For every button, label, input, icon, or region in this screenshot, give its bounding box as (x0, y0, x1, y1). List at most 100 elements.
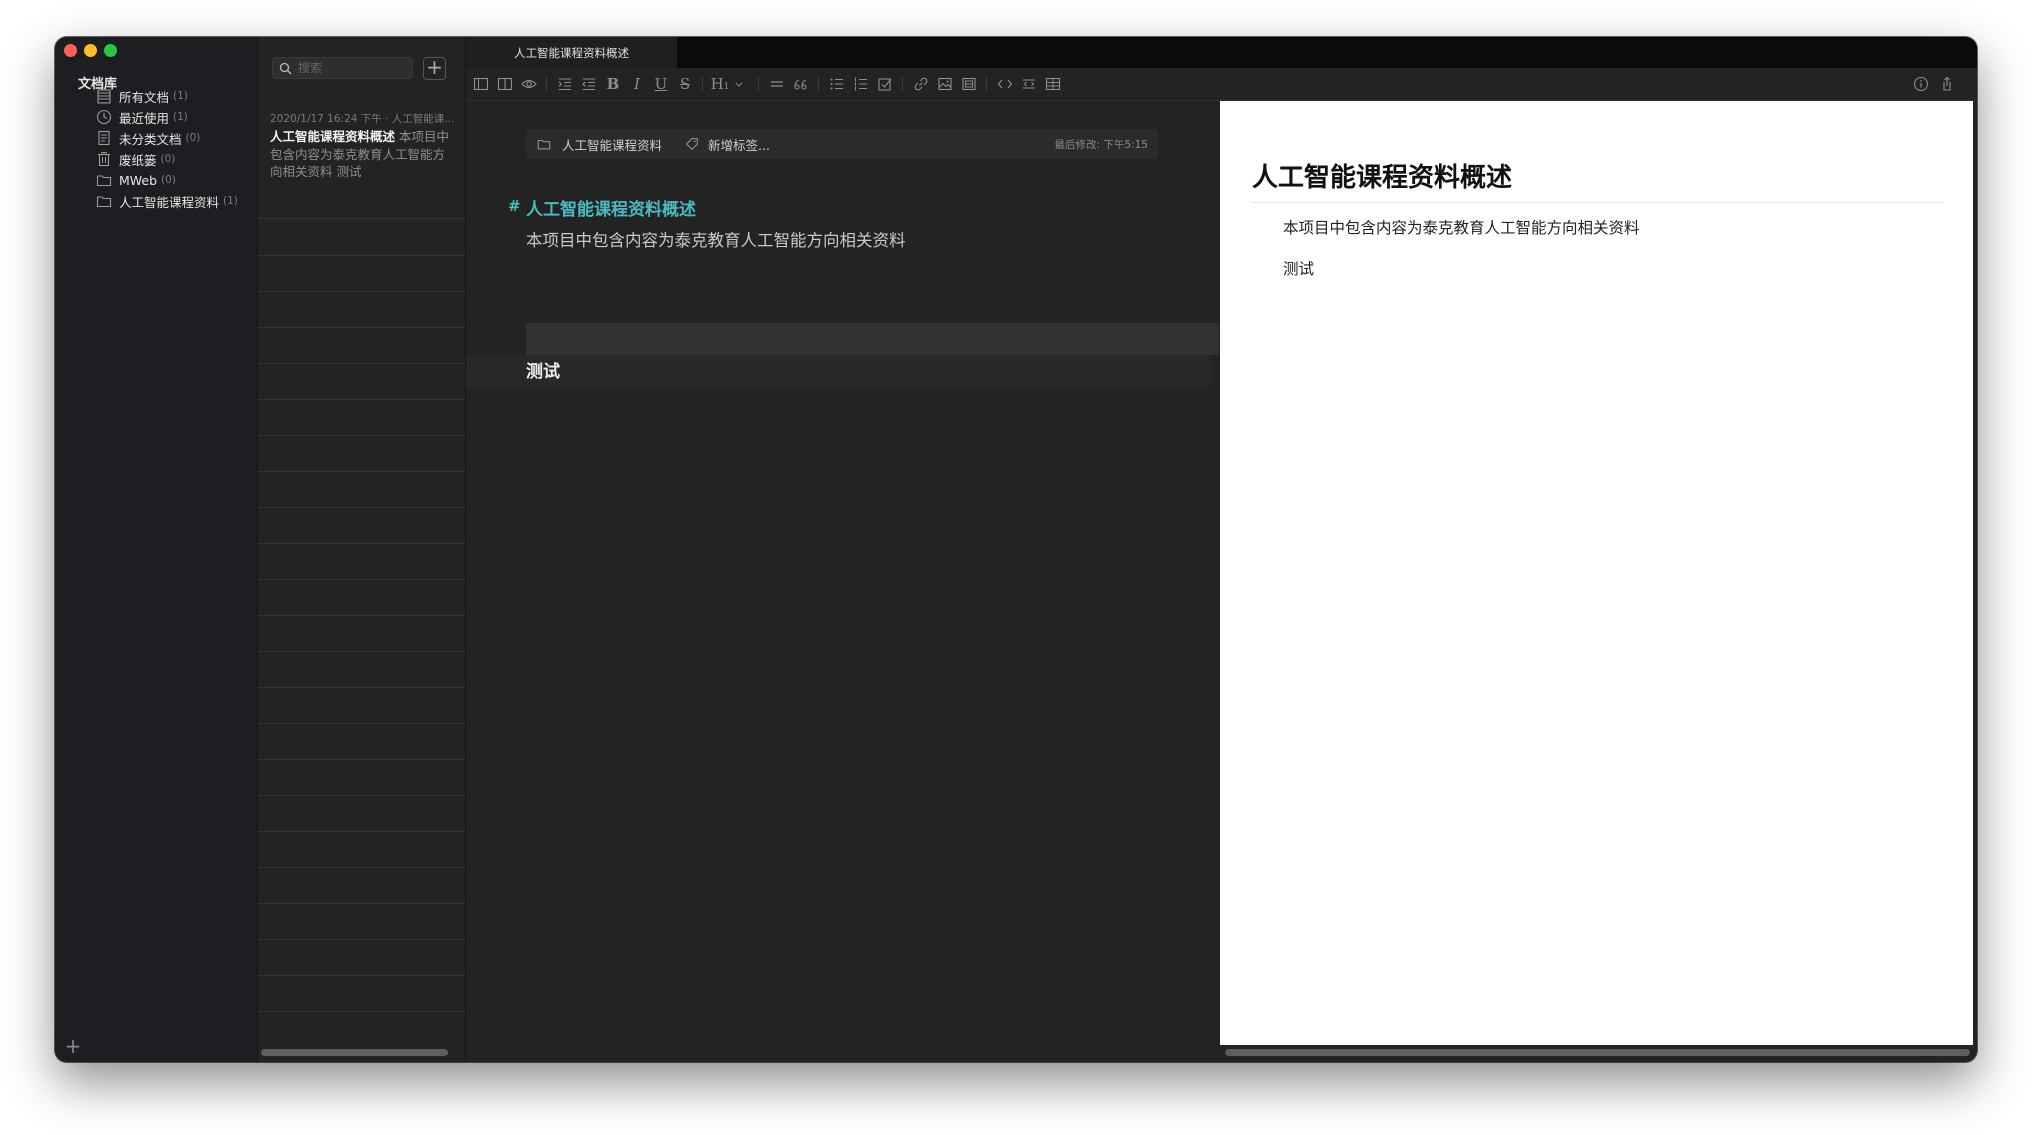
heading-dropdown[interactable] (730, 68, 748, 100)
preview-paragraph: 本项目中包含内容为泰克教育人工智能方向相关资料 (1283, 219, 1640, 237)
toolbar-separator (546, 77, 547, 91)
indent-icon (558, 78, 571, 91)
list-separator (258, 507, 465, 508)
list-separator (258, 867, 465, 868)
sidebar-item-label: 废纸篓 (119, 152, 157, 168)
sidebar-item-count: (0) (185, 132, 201, 144)
sidebar-item-all-docs[interactable]: 所有文档 (1) (95, 85, 188, 107)
heading-button[interactable]: H1 (710, 68, 730, 100)
code-block-button[interactable] (1016, 68, 1042, 100)
toggle-sidebar-button[interactable] (468, 68, 494, 100)
tab-document[interactable]: 人工智能课程资料概述 (466, 37, 677, 68)
preview-test-line: 测试 (1283, 260, 1315, 278)
quote-icon (794, 79, 807, 90)
new-note-button[interactable]: + (423, 57, 446, 80)
markdown-editor[interactable]: 人工智能课程资料 新增标签... 最后修改: 下午5:15 # 人工智能课程资料… (466, 101, 1219, 1062)
list-separator (258, 399, 465, 400)
image-icon (938, 77, 952, 91)
line-highlight (466, 355, 1211, 387)
table-icon (1045, 77, 1061, 91)
list-separator (258, 255, 465, 256)
folder-icon (537, 139, 551, 150)
code-button[interactable] (992, 68, 1018, 100)
note-list-item[interactable]: 2020/1/17 16:24 下午 · 人工智能课... 人工智能课程资料概述… (258, 105, 465, 219)
share-button[interactable] (1934, 68, 1960, 100)
info-icon (1913, 76, 1929, 92)
list-separator (258, 687, 465, 688)
tag-icon (685, 138, 698, 151)
editor-heading: 人工智能课程资料概述 (526, 200, 696, 220)
italic-button[interactable]: I (624, 68, 650, 100)
toolbar-separator (818, 77, 819, 91)
heading-marker: # (508, 197, 521, 215)
list-separator (258, 1011, 465, 1012)
minimize-window-button[interactable] (84, 44, 97, 57)
list-separator (258, 759, 465, 760)
sidebar-item-trash[interactable]: 废纸篓 (0) (95, 148, 175, 170)
bullet-list-button[interactable] (824, 68, 850, 100)
search-field[interactable] (272, 57, 413, 79)
search-icon (279, 62, 292, 74)
sidebar-item-label: 未分类文档 (119, 131, 182, 147)
underline-button[interactable]: U (648, 68, 674, 100)
editor-test-line: 测试 (526, 362, 560, 382)
search-input[interactable] (296, 60, 410, 76)
current-line-highlight (526, 323, 1219, 355)
outdent-button[interactable] (576, 68, 602, 100)
checkbox-icon (878, 78, 892, 91)
note-list-scrollbar[interactable] (261, 1049, 448, 1056)
toolbar-separator (902, 77, 903, 91)
preview-scrollbar[interactable] (1225, 1049, 1970, 1056)
sidebar-item-count: (0) (160, 153, 176, 165)
sidebar-item-ai-course[interactable]: 人工智能课程资料 (1) (95, 190, 238, 212)
sidebar-item-label: MWeb (119, 172, 158, 188)
format-toolbar: B I U S H1 (466, 68, 1977, 101)
add-tag-field[interactable]: 新增标签... (708, 135, 770, 154)
task-list-button[interactable] (872, 68, 898, 100)
document-icon (98, 130, 110, 146)
list-separator (258, 435, 465, 436)
list-separator (258, 327, 465, 328)
bullet-list-icon (830, 78, 843, 90)
image-button[interactable] (932, 68, 958, 100)
sidebar-item-count: (1) (173, 90, 188, 102)
list-separator (258, 363, 465, 364)
horizontal-rule-button[interactable] (764, 68, 790, 100)
bold-button[interactable]: B (600, 68, 626, 100)
sidebar-item-uncategorized[interactable]: 未分类文档 (0) (95, 127, 200, 149)
zoom-window-button[interactable] (104, 44, 117, 57)
strikethrough-button[interactable]: S (672, 68, 698, 100)
sidebar-item-count: (1) (223, 195, 238, 207)
chevron-down-icon (735, 82, 743, 87)
documents-icon (97, 89, 111, 104)
markdown-preview: 人工智能课程资料概述 本项目中包含内容为泰克教育人工智能方向相关资料 测试 (1220, 101, 1973, 1045)
outdent-icon (582, 78, 595, 91)
close-window-button[interactable] (64, 44, 77, 57)
sidebar-item-mweb[interactable]: MWeb (0) (95, 169, 176, 191)
tab-bar: 人工智能课程资料概述 (466, 37, 1977, 68)
split-view-button[interactable] (492, 68, 518, 100)
share-icon (1943, 76, 1951, 91)
sidebar-item-count: (1) (173, 111, 188, 123)
eye-icon (521, 79, 537, 89)
sidebar-item-recent[interactable]: 最近使用 (1) (95, 106, 188, 128)
editor-paragraph: 本项目中包含内容为泰克教育人工智能方向相关资料 (526, 231, 906, 250)
preview-button[interactable] (516, 68, 542, 100)
document-folder[interactable]: 人工智能课程资料 (562, 135, 662, 154)
list-separator (258, 903, 465, 904)
media-icon (962, 77, 976, 91)
add-category-button[interactable]: + (63, 1034, 83, 1058)
toolbar-separator (702, 77, 703, 91)
numbered-list-button[interactable] (848, 68, 874, 100)
indent-button[interactable] (552, 68, 578, 100)
clock-icon (96, 109, 112, 125)
quote-button[interactable] (788, 68, 814, 100)
media-button[interactable] (956, 68, 982, 100)
heading-level: 1 (723, 82, 730, 92)
table-button[interactable] (1040, 68, 1066, 100)
code-icon (997, 79, 1013, 89)
link-button[interactable] (908, 68, 934, 100)
info-button[interactable] (1908, 68, 1934, 100)
heading-label: H (710, 75, 724, 93)
trash-icon (98, 152, 110, 167)
